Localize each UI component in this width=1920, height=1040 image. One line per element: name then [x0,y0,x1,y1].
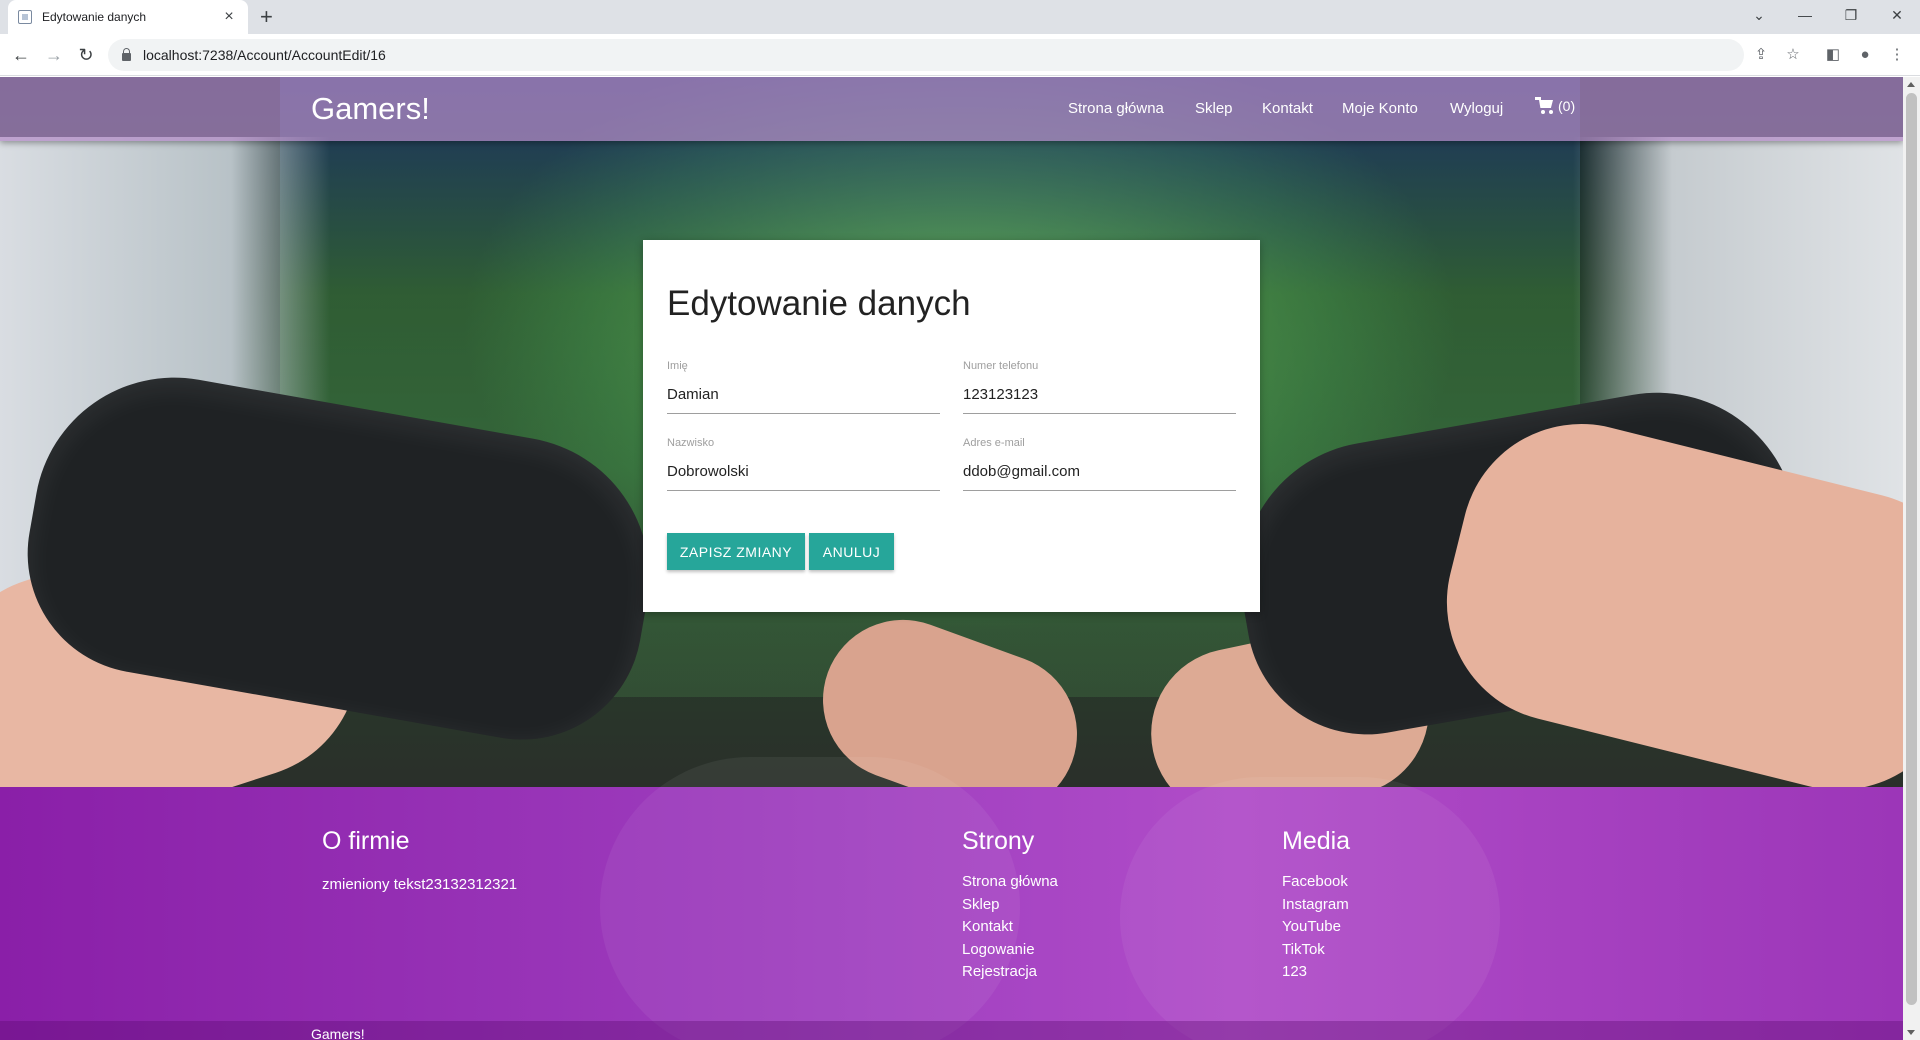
site-footer: O firmie zmieniony tekst23132312321 Stro… [0,757,1903,1040]
reload-icon[interactable]: ↻ [73,42,99,68]
first-name-input[interactable] [667,372,940,414]
phone-input[interactable] [963,372,1236,414]
cart-count: (0) [1558,98,1576,114]
footer-link-youtube[interactable]: YouTube [1282,916,1349,939]
nav-link-logout[interactable]: Wyloguj [1450,100,1503,117]
close-window-icon[interactable]: ✕ [1874,0,1920,30]
brand-logo[interactable]: Gamers! [311,91,430,127]
footer-media-list: Facebook Instagram YouTube TikTok 123 [1282,871,1349,984]
footer-link-tiktok[interactable]: TikTok [1282,939,1349,962]
tab-search-icon[interactable]: ⌄ [1736,0,1782,30]
new-tab-icon[interactable]: + [260,4,273,30]
browser-toolbar: ← → ↻ localhost:7238/Account/AccountEdit… [0,34,1920,76]
footer-about-title: O firmie [322,827,410,855]
phone-label: Numer telefonu [963,360,1039,372]
url-text: localhost:7238/Account/AccountEdit/16 [143,47,386,63]
phone-field: Numer telefonu [963,360,1236,414]
first-name-label: Imię [667,360,688,372]
last-name-input[interactable] [667,449,940,491]
scrollbar-thumb[interactable] [1906,93,1917,1005]
cancel-button[interactable]: ANULUJ [809,533,894,570]
email-label: Adres e-mail [963,437,1025,449]
nav-link-shop[interactable]: Sklep [1195,100,1233,117]
footer-pages-title: Strony [962,827,1035,855]
edit-account-card: Edytowanie danych Imię Numer telefonu Na… [643,240,1260,612]
footer-link-shop[interactable]: Sklep [962,894,1058,917]
footer-media-title: Media [1282,827,1351,855]
back-icon[interactable]: ← [8,42,34,68]
restore-icon[interactable]: ❐ [1828,0,1874,30]
footer-link-contact[interactable]: Kontakt [962,916,1058,939]
footer-ghost-shape [600,757,1020,1040]
page-title: Edytowanie danych [667,284,971,323]
browser-tab[interactable]: Edytowanie danych × [8,0,248,34]
footer-copyright: Gamers! [311,1026,365,1040]
scroll-down-arrow-icon[interactable] [1907,1030,1915,1035]
menu-kebab-icon[interactable]: ⋮ [1885,42,1909,66]
footer-link-facebook[interactable]: Facebook [1282,871,1349,894]
footer-pages-list: Strona główna Sklep Kontakt Logowanie Re… [962,871,1058,984]
nav-link-home[interactable]: Strona główna [1068,100,1164,117]
profile-avatar-icon[interactable]: ● [1853,42,1877,66]
browser-tab-bar: Edytowanie danych × + ⌄ — ❐ ✕ [0,0,1920,34]
lock-icon [122,47,131,61]
page-favicon-icon [18,10,32,24]
first-name-field: Imię [667,360,940,414]
footer-link-123[interactable]: 123 [1282,961,1349,984]
tab-title: Edytowanie danych [42,10,147,24]
cart-link[interactable]: (0) [1535,97,1575,115]
footer-copyright-bar [0,1021,1903,1040]
share-icon[interactable]: ⇪ [1749,42,1773,66]
page-scrollbar[interactable] [1903,77,1920,1040]
nav-link-contact[interactable]: Kontakt [1262,100,1313,117]
footer-link-login[interactable]: Logowanie [962,939,1058,962]
footer-link-instagram[interactable]: Instagram [1282,894,1349,917]
forward-icon[interactable]: → [41,42,67,68]
scroll-up-arrow-icon[interactable] [1907,82,1915,87]
minimize-icon[interactable]: — [1782,0,1828,30]
shopping-cart-icon [1535,97,1555,115]
nav-link-my-account[interactable]: Moje Konto [1342,100,1418,117]
last-name-label: Nazwisko [667,437,715,449]
site-navbar: Gamers! Strona główna Sklep Kontakt Moje… [0,77,1903,141]
footer-link-home[interactable]: Strona główna [962,871,1058,894]
footer-link-register[interactable]: Rejestracja [962,961,1058,984]
side-panel-icon[interactable]: ◧ [1821,42,1845,66]
bookmark-star-icon[interactable]: ☆ [1781,42,1805,66]
footer-about-text: zmieniony tekst23132312321 [322,876,518,893]
email-field: Adres e-mail [963,437,1236,491]
last-name-field: Nazwisko [667,437,940,491]
save-button[interactable]: ZAPISZ ZMIANY [667,533,805,570]
close-tab-icon[interactable]: × [220,8,238,26]
email-input[interactable] [963,449,1236,491]
page-viewport: Gamers! Strona główna Sklep Kontakt Moje… [0,77,1903,1040]
address-bar[interactable]: localhost:7238/Account/AccountEdit/16 [108,39,1744,71]
